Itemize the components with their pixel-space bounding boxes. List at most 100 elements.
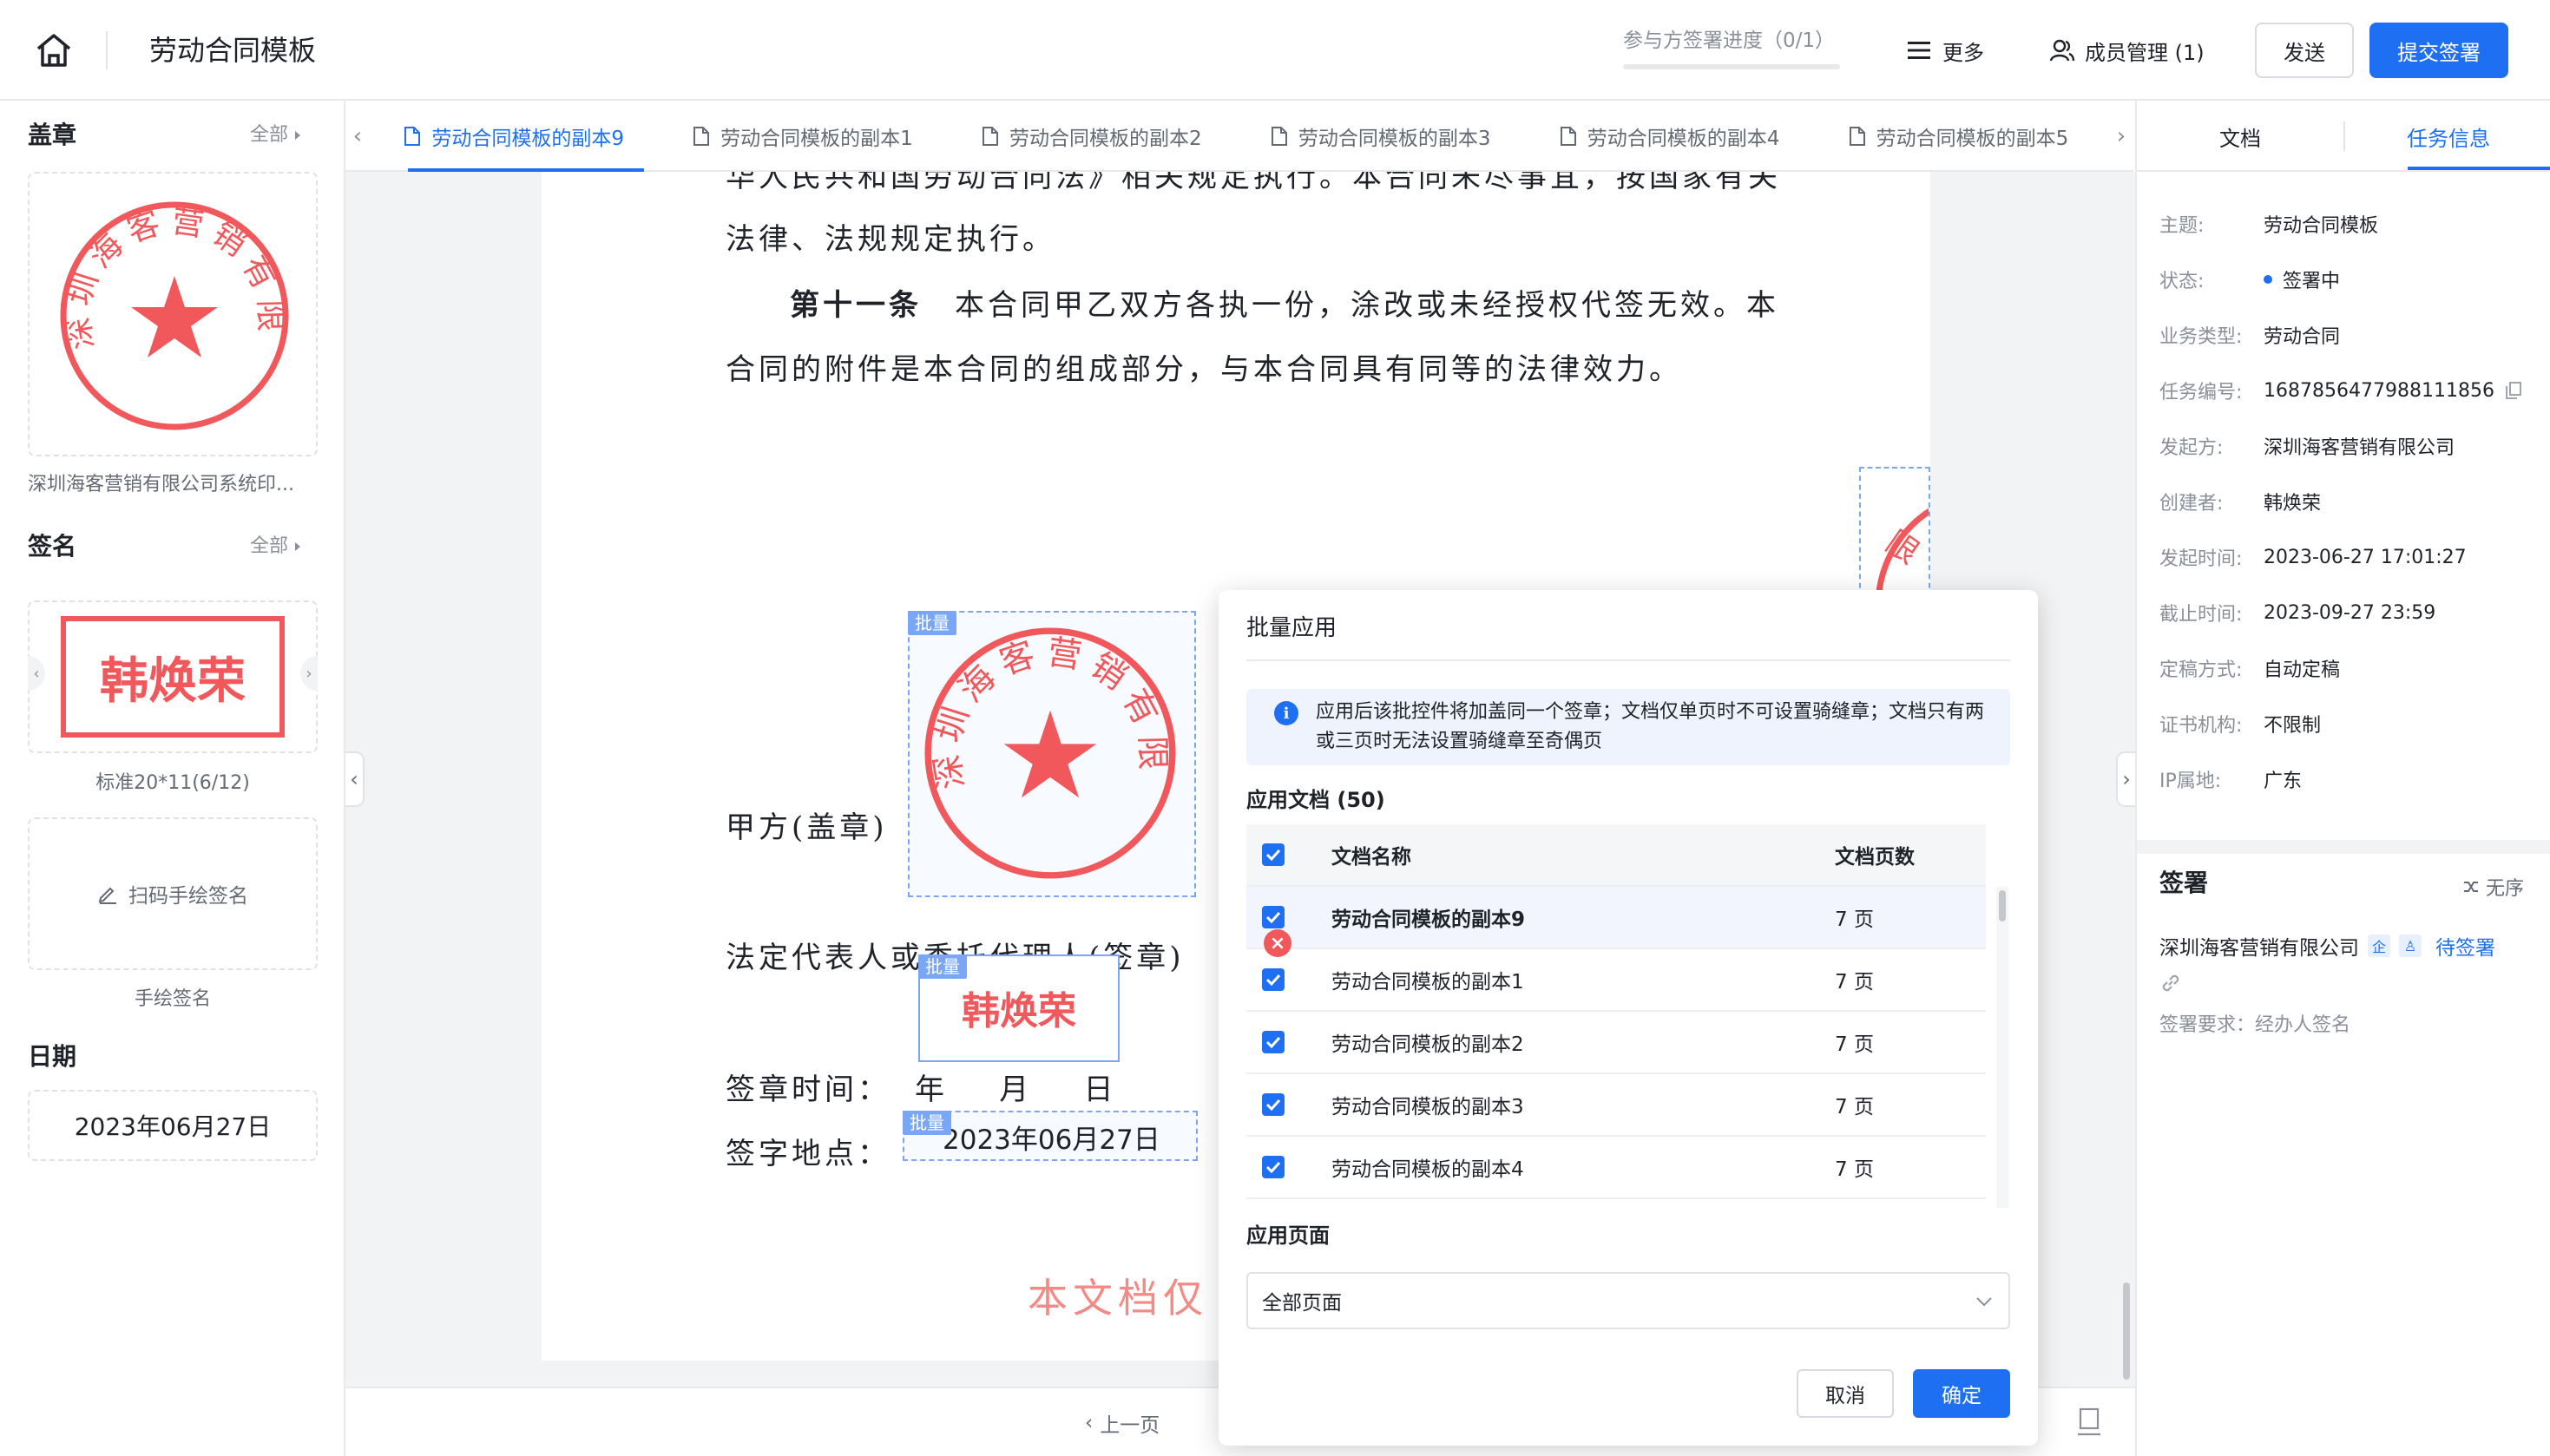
article-title: 第十一条 xyxy=(790,288,922,323)
task-info-value: 深圳海客营销有限公司 xyxy=(2264,437,2455,459)
check-icon xyxy=(1265,1036,1281,1048)
collapse-right-panel-icon[interactable]: › xyxy=(2116,751,2135,807)
right-panel: 文档 任务信息 主题: 劳动合同模板 状态: 签署中 业务类型: 劳动合同 任务编号: 168… xyxy=(2135,101,2550,1456)
file-icon xyxy=(404,127,421,146)
seal-card[interactable]: 深圳海客营销有限公司 xyxy=(28,172,318,456)
chevron-left-icon[interactable]: ‹ xyxy=(28,656,45,691)
member-management-button[interactable]: 成员管理 (1) xyxy=(2050,31,2205,69)
row-checkbox[interactable] xyxy=(1262,1156,1285,1178)
column-header-pages: 文档页数 xyxy=(1835,846,1915,869)
signing-progress[interactable]: 参与方签署进度（0/1） xyxy=(1623,26,1840,73)
signer-row[interactable]: 深圳海客营销有限公司 企 ♙ 待签署 xyxy=(2159,928,2495,963)
batch-apply-dialog: 批量应用 i 应用后该批控件将加盖同一个签章；文档仅单页时不可设置骑缝章；文档只… xyxy=(1219,590,2038,1446)
tab-task-info[interactable]: 任务信息 xyxy=(2345,101,2550,172)
document-tab[interactable]: 劳动合同模板的副本4 xyxy=(1560,101,1779,172)
placed-company-seal: 深圳海客营销有限公司 xyxy=(911,614,1176,879)
confirm-button[interactable]: 确定 xyxy=(1913,1369,2010,1418)
table-row[interactable]: 劳动合同模板的副本3 7 页 xyxy=(1246,1074,1986,1137)
date-card[interactable]: 2023年06月27日 xyxy=(28,1090,318,1161)
signature-all-label: 全部 xyxy=(250,535,289,557)
enterprise-icon: 企 xyxy=(2368,935,2390,957)
row-checkbox[interactable] xyxy=(1262,1031,1285,1053)
table-row[interactable]: 劳动合同模板的副本4 7 页 xyxy=(1246,1137,1986,1199)
link-icon[interactable] xyxy=(2159,972,2182,994)
task-info-label: 定稿方式: xyxy=(2159,659,2243,681)
task-info-row: 证书机构: 不限制 xyxy=(2159,706,2321,741)
batch-tag: 批量 xyxy=(918,954,967,979)
row-document-name: 劳动合同模板的副本2 xyxy=(1331,1033,1524,1056)
row-document-name: 劳动合同模板的副本1 xyxy=(1331,971,1524,994)
table-row[interactable]: 劳动合同模板的副本1 7 页 xyxy=(1246,949,1986,1012)
partial-seal-field[interactable]: 限 xyxy=(1859,467,1930,597)
watermark-text: 本文档仅 xyxy=(1028,1275,1208,1322)
cancel-button[interactable]: 取消 xyxy=(1797,1369,1894,1418)
top-bar: 劳动合同模板 参与方签署进度（0/1） 更多 成员管理 (1) 发送 提交签署 xyxy=(0,0,2550,101)
remove-field-icon[interactable]: × xyxy=(1264,929,1291,957)
task-info-value: 签署中 xyxy=(2283,271,2341,292)
sign-order-toggle[interactable]: 无序 xyxy=(2463,871,2524,902)
status-dot xyxy=(2264,275,2272,284)
document-tab[interactable]: 劳动合同模板的副本9 xyxy=(404,101,624,172)
row-checkbox[interactable] xyxy=(1262,906,1285,928)
doc-line: 法律、法规规定执行。 xyxy=(726,222,1055,257)
document-tabs: ‹ 劳动合同模板的副本9 劳动合同模板的副本1 劳动合同模板的副本2 劳动合同模板的副… xyxy=(345,101,2133,172)
previous-page-button[interactable]: ‹ 上一页 xyxy=(1085,1404,1160,1442)
caret-right-icon xyxy=(295,131,301,140)
document-tab[interactable]: 劳动合同模板的副本3 xyxy=(1271,101,1491,172)
person-icon: ♙ xyxy=(2399,935,2422,957)
dialog-title: 批量应用 xyxy=(1246,615,1337,641)
signature-card[interactable]: ‹ 韩焕荣 › xyxy=(28,600,318,753)
task-info-value: 1687856477988111856 xyxy=(2264,379,2494,402)
task-info-value: 2023-06-27 17:01:27 xyxy=(2264,546,2467,568)
seal-all-label: 全部 xyxy=(250,124,289,146)
placed-seal-field[interactable]: 深圳海客营销有限公司 批量 xyxy=(908,611,1196,897)
task-info-label: 发起时间: xyxy=(2159,548,2243,570)
signature-caption: 标准20*11(6/12) xyxy=(95,772,250,794)
submit-signing-button[interactable]: 提交签署 xyxy=(2369,23,2508,78)
tabs-scroll-right-icon[interactable]: › xyxy=(2111,101,2132,172)
outline-toggle-icon[interactable] xyxy=(2076,1407,2102,1437)
sign-requirement: 签署要求：经办人签名 xyxy=(2159,1014,2351,1036)
batch-tag: 批量 xyxy=(908,611,956,635)
document-tab[interactable]: 劳动合同模板的副本2 xyxy=(982,101,1202,172)
handwrite-signature-card[interactable]: 扫码手绘签名 xyxy=(28,817,318,970)
table-row[interactable]: 劳动合同模板的副本9 7 页 xyxy=(1246,887,1986,949)
chevron-down-icon xyxy=(1976,1297,1992,1307)
tabs-scroll-left-icon[interactable]: ‹ xyxy=(347,101,368,172)
task-info-value: 广东 xyxy=(2264,771,2303,792)
row-page-count: 7 页 xyxy=(1835,971,1874,994)
send-button[interactable]: 发送 xyxy=(2255,23,2354,78)
seal-all-link[interactable]: 全部 xyxy=(250,118,302,153)
collapse-left-panel-icon[interactable]: ‹ xyxy=(345,751,365,807)
task-info-value: 劳动合同 xyxy=(2264,326,2341,348)
chevron-left-icon: ‹ xyxy=(1085,1412,1094,1434)
left-panel: 盖章 全部 深圳海客营销有限公司 深圳海客营销有限公司系统印... 签名 全部 … xyxy=(0,101,345,1456)
home-icon[interactable] xyxy=(33,31,75,69)
table-row[interactable]: 劳动合同模板的副本2 7 页 xyxy=(1246,1012,1986,1074)
signature-stamp: 韩焕荣 xyxy=(61,616,285,738)
chevron-right-icon[interactable]: › xyxy=(300,656,318,691)
task-info-row: 状态: 签署中 xyxy=(2159,262,2340,297)
menu-icon xyxy=(1908,42,1930,59)
select-all-checkbox[interactable] xyxy=(1262,843,1285,866)
more-button[interactable]: 更多 xyxy=(1908,31,1984,69)
more-label: 更多 xyxy=(1942,40,1984,65)
document-tab[interactable]: 劳动合同模板的副本5 xyxy=(1849,101,2068,172)
signature-section-title: 签名 xyxy=(28,532,77,561)
task-info-row: 任务编号: 1687856477988111856 xyxy=(2159,373,2522,408)
row-checkbox[interactable] xyxy=(1262,1093,1285,1116)
document-scrollbar[interactable] xyxy=(2123,1282,2130,1380)
document-tab[interactable]: 劳动合同模板的副本1 xyxy=(693,101,913,172)
check-icon xyxy=(1265,1161,1281,1173)
placed-date-field[interactable]: 2023年06月27日 批量 xyxy=(903,1111,1198,1161)
copy-icon[interactable] xyxy=(2505,381,2522,400)
tab-document[interactable]: 文档 xyxy=(2137,101,2343,172)
placed-signature-field[interactable]: 韩焕荣 批量 xyxy=(918,954,1120,1062)
table-scrollbar-thumb[interactable] xyxy=(1999,890,2006,921)
users-icon xyxy=(2050,39,2074,62)
apply-pages-select[interactable]: 全部页面 xyxy=(1246,1272,2010,1329)
table-scrollbar-track xyxy=(1996,887,2008,1208)
row-checkbox[interactable] xyxy=(1262,968,1285,991)
signature-all-link[interactable]: 全部 xyxy=(250,529,302,564)
row-page-count: 7 页 xyxy=(1835,1096,1874,1118)
